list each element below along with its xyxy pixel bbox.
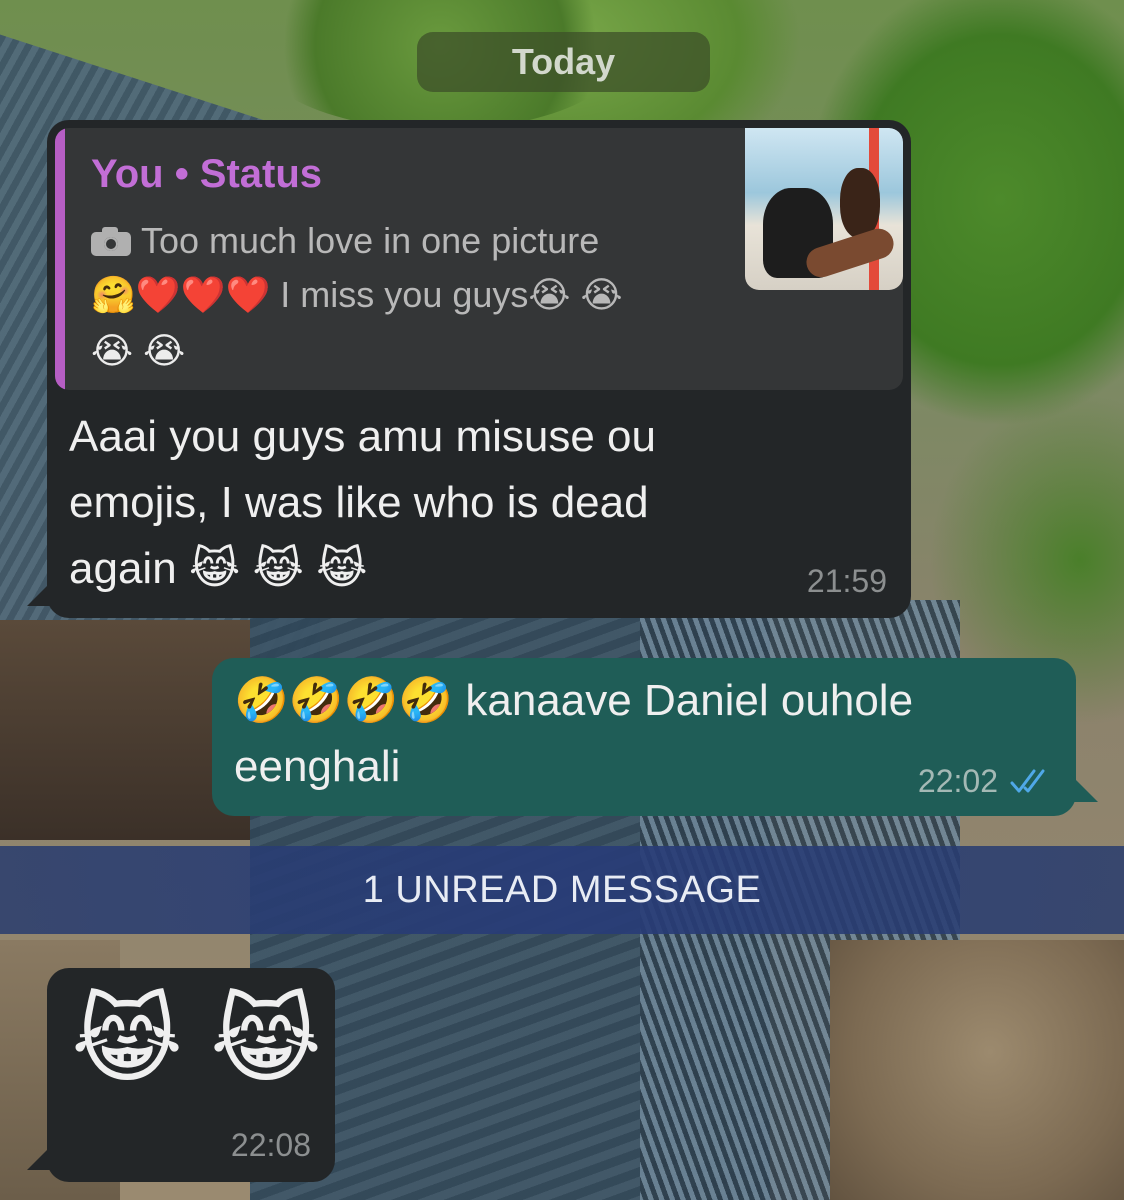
message-text-line: emojis, I was like who is dead <box>69 478 649 527</box>
message-timestamp: 21:59 <box>806 563 887 599</box>
unread-messages-divider: 1 UNREAD MESSAGE <box>0 846 1124 934</box>
message-text: 😹 😹 <box>71 987 323 1094</box>
quote-text: Too much love in one picture <box>141 220 600 261</box>
bubble-tail <box>27 580 53 606</box>
quote-accent-bar <box>55 128 65 390</box>
outgoing-message-bubble[interactable]: 🤣🤣🤣🤣 kanaave Daniel ouhole eenghali 22:0… <box>212 658 1098 816</box>
incoming-message-bubble[interactable]: You • Status Too much love in one pictur… <box>27 120 911 618</box>
message-timestamp: 22:08 <box>230 1127 311 1163</box>
status-photo-thumbnail[interactable] <box>745 128 903 290</box>
message-text-line: eenghali <box>234 742 401 791</box>
bubble-tail <box>1070 774 1098 802</box>
message-timestamp: 22:02 <box>917 763 998 799</box>
message-text-line: 🤣🤣🤣🤣 kanaave Daniel ouhole <box>234 676 914 725</box>
quote-text-line: 🤗❤️❤️❤️ I miss you guys😭 😭 <box>91 274 623 315</box>
quote-text-line: Too much love in one picture <box>91 220 599 262</box>
incoming-message-bubble[interactable]: 😹 😹 22:08 <box>27 968 335 1182</box>
date-divider: Today <box>417 32 710 92</box>
message-text-line: Aaai you guys amu misuse ou <box>69 412 656 461</box>
bubble-tail <box>27 1144 53 1170</box>
message-text-line: again 😹 😹 😹 <box>69 544 368 593</box>
quote-text-line: 😭 😭 <box>91 330 186 371</box>
camera-icon <box>91 227 131 256</box>
quote-title: You • Status <box>91 152 323 196</box>
status-reply-quote[interactable]: You • Status Too much love in one pictur… <box>55 128 903 390</box>
message-text: Aaai you guys amu misuse ou emojis, I wa… <box>69 404 656 602</box>
read-double-tick-icon <box>1010 769 1045 793</box>
message-text: 🤣🤣🤣🤣 kanaave Daniel ouhole eenghali <box>234 668 913 800</box>
